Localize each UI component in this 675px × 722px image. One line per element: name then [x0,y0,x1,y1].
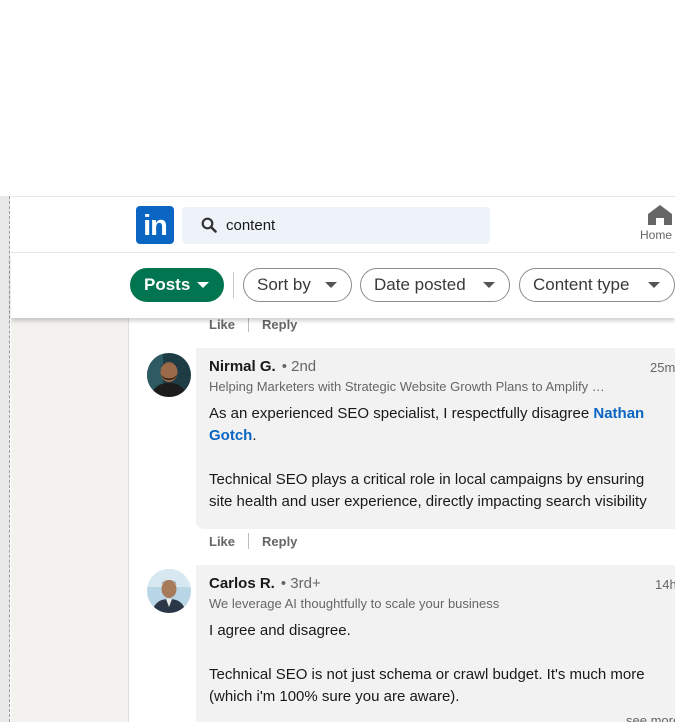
top-nav-bar: in Home [11,196,675,253]
avatar-image [147,569,191,613]
search-bar[interactable] [182,207,490,244]
comment-time: 14h [655,577,675,592]
reply-button[interactable]: Reply [262,534,297,549]
linkedin-logo-icon[interactable]: in [136,206,174,244]
comment-text: As an experienced SEO specialist, I resp… [209,403,675,513]
comment-text-line: I agree and disagree. [209,622,351,639]
commenter-headline: We leverage AI thoughtfully to scale you… [209,596,500,611]
like-button[interactable]: Like [209,534,235,549]
comment-text-line: Technical SEO is not just schema or craw… [209,666,645,683]
avatar-image [147,353,191,397]
filter-sort-by-label: Sort by [257,275,311,294]
avatar[interactable] [147,353,191,397]
comment-actions-previous: Like Reply [209,318,297,332]
comment-time: 25m [650,360,675,375]
filter-sort-by[interactable]: Sort by [243,268,352,302]
filter-posts[interactable]: Posts [130,268,224,302]
comment-bubble: Nirmal G. • 2nd 25m Helping Marketers wit… [196,348,675,529]
caret-down-icon [197,282,209,288]
mention-link[interactable]: Nathan [593,405,644,422]
left-column [11,318,129,722]
comment-text-part: As an experienced SEO specialist, I resp… [209,405,594,422]
home-icon [648,205,672,225]
action-divider [248,533,250,549]
blank-top-area [0,0,675,196]
comment-text-line: Technical SEO plays a critical role in l… [209,471,645,488]
comment-text: I agree and disagree. Technical SEO is n… [209,620,675,708]
mention-link-continued[interactable]: Gotch [209,427,252,444]
comment-text-line: (which i'm 100% sure you are aware). [209,688,460,705]
commenter-headline: Helping Marketers with Strategic Website… [209,379,605,394]
see-more-link[interactable]: see more [626,713,675,722]
action-divider [248,318,250,332]
filter-date-posted[interactable]: Date posted [360,268,510,302]
commenter-name[interactable]: Nirmal G. [209,358,276,375]
comment-text-part: . [252,427,257,444]
nav-home[interactable]: Home [637,204,675,242]
avatar[interactable] [147,569,191,613]
connection-degree: • 3rd+ [280,575,321,592]
search-icon [201,217,217,233]
filter-divider [233,272,234,298]
reply-button[interactable]: Reply [262,318,297,332]
search-input[interactable] [226,207,476,244]
comments-feed: Like Reply Nirmal G. • 2nd 25m Helping Mar… [130,318,675,722]
comment-text-line: site health and user experience, directl… [209,493,647,510]
commenter-name[interactable]: Carlos R. [209,575,275,592]
caret-down-icon [325,282,337,288]
caret-down-icon [483,282,495,288]
filter-date-posted-label: Date posted [374,275,466,294]
comment-actions: Like Reply [209,533,297,549]
comment-bubble: Carlos R. • 3rd+ 14h We leverage AI thoug… [196,565,675,722]
caret-down-icon [648,282,660,288]
connection-degree: • 2nd [281,358,317,375]
nav-home-label: Home [640,228,673,242]
like-button[interactable]: Like [209,318,235,332]
filter-content-type[interactable]: Content type [519,268,675,302]
filter-content-type-label: Content type [533,275,630,294]
window-left-edge [0,196,10,722]
search-filter-bar: Posts Sort by Date posted Content type [11,254,675,318]
filter-posts-label: Posts [144,275,191,294]
